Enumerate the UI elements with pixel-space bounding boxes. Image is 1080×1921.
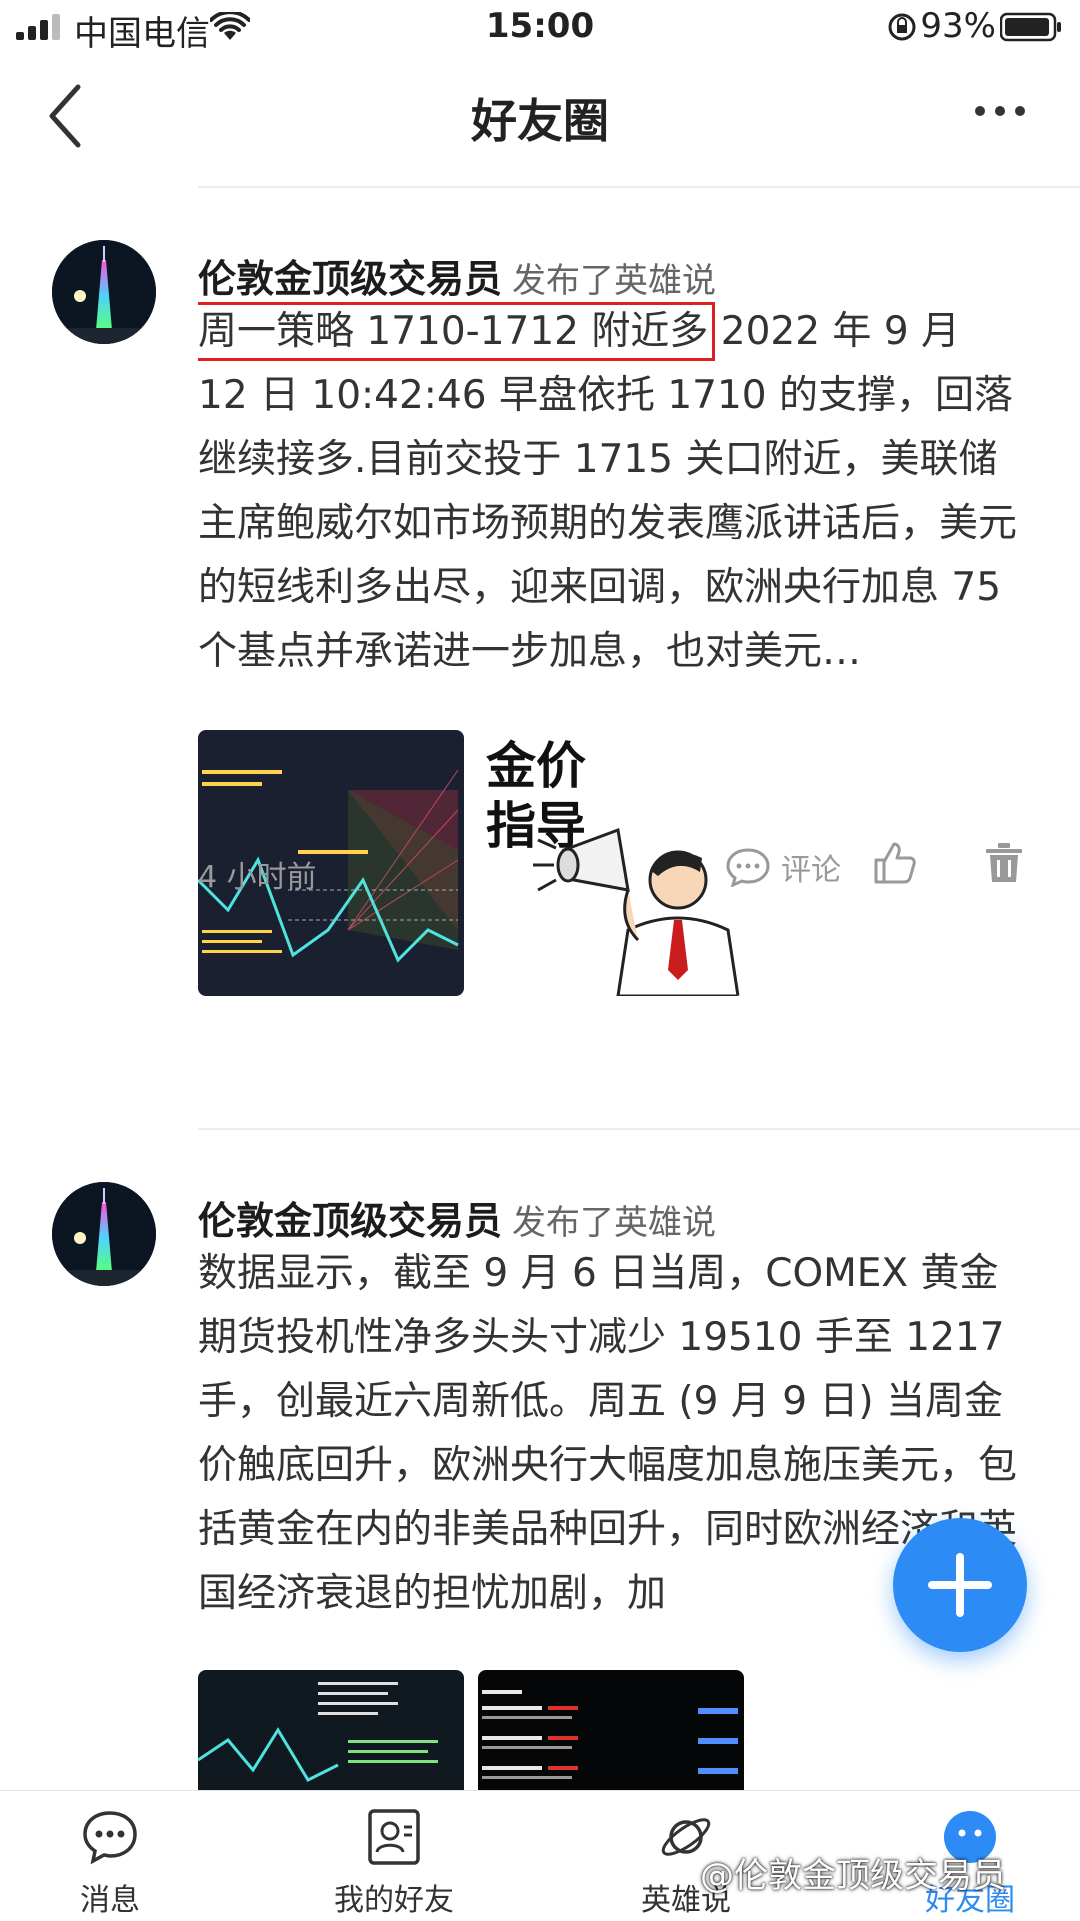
megaphone-man-illustration <box>533 827 740 996</box>
avatar[interactable] <box>52 240 156 344</box>
tv-tower-avatar-image <box>52 240 156 344</box>
author-name[interactable]: 伦敦金顶级交易员 <box>198 1199 502 1243</box>
trading-orders-image <box>478 1670 744 1790</box>
like-thumb-icon[interactable] <box>872 840 918 886</box>
order-list-thumbnail[interactable] <box>478 1670 744 1790</box>
contact-card-icon <box>368 1809 420 1865</box>
rotation-lock-icon <box>888 13 916 41</box>
status-bar: 中国电信 15:00 93% <box>0 0 1080 55</box>
comment-button[interactable]: 评论 <box>725 845 841 889</box>
more-options-icon[interactable] <box>970 91 1030 131</box>
clock-time: 15:00 <box>485 6 595 46</box>
delete-trash-icon[interactable] <box>984 842 1024 884</box>
tab-label: 我的好友 <box>334 1883 454 1918</box>
post-author[interactable]: 伦敦金顶级交易员 发布了英雄说 <box>198 248 716 303</box>
post-author[interactable]: 伦敦金顶级交易员 发布了英雄说 <box>198 1190 716 1245</box>
trading-chart-image <box>198 1670 464 1790</box>
divider <box>198 186 1080 188</box>
post-action-text: 发布了英雄说 <box>512 261 717 301</box>
battery-icon <box>1000 12 1061 42</box>
tab-messages[interactable]: 消息 <box>10 1791 210 1921</box>
comment-label: 评论 <box>781 853 841 888</box>
chat-bubble-icon <box>83 1811 137 1865</box>
tab-my-friends[interactable]: 我的好友 <box>294 1791 494 1921</box>
tv-tower-avatar-image <box>52 1182 156 1286</box>
divider <box>198 1128 1080 1130</box>
navigation-bar: 好友圈 <box>0 55 1080 185</box>
tab-label: 消息 <box>80 1883 140 1918</box>
gold-guidance-thumbnail[interactable]: 金价 指导 <box>478 730 744 996</box>
avatar[interactable] <box>52 1182 156 1286</box>
post-body: 2022 年 9 月 12 日 10:42:46 早盘依托 1710 的支撑，回… <box>198 309 1018 674</box>
add-post-button[interactable] <box>893 1518 1027 1652</box>
post-time: 4 小时前 <box>198 860 317 895</box>
page-title: 好友圈 <box>471 94 609 148</box>
battery-percentage: 93% <box>920 6 996 46</box>
post-text[interactable]: 周一策略 1710-1712 附近多 2022 年 9 月 12 日 10:42… <box>198 300 1018 684</box>
watermark: @伦敦金顶级交易员 <box>700 1856 1006 1896</box>
author-name[interactable]: 伦敦金顶级交易员 <box>198 257 502 301</box>
chart-thumbnail[interactable] <box>198 1670 464 1790</box>
post-action-text: 发布了英雄说 <box>512 1203 717 1243</box>
highlighted-strategy: 周一策略 1710-1712 附近多 <box>198 302 716 361</box>
comment-icon <box>726 848 770 887</box>
